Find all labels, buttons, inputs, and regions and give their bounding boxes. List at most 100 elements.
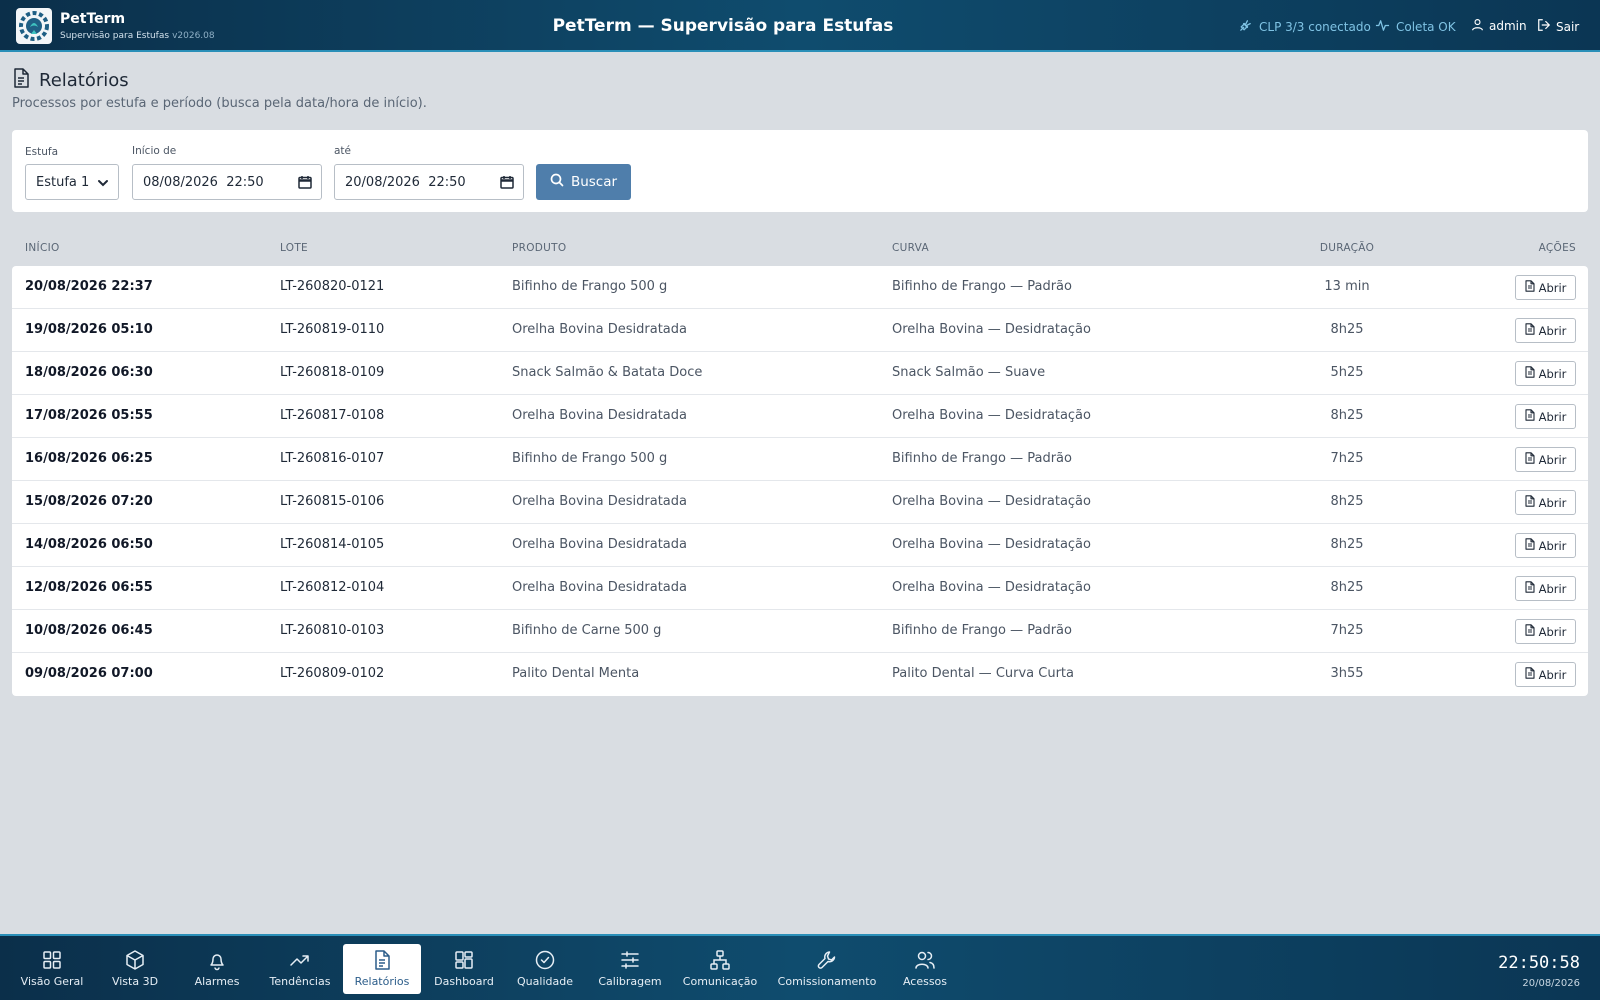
ate-datetime-input[interactable]: 20/08/2026 22:50 — [334, 164, 524, 200]
inicio-value: 08/08/2026 22:50 — [143, 174, 264, 190]
cell-curva: Bifinho de Frango — Padrão — [892, 623, 1072, 638]
calendar-icon[interactable] — [500, 175, 514, 193]
table-row[interactable]: 15/08/2026 07:20 LT-260815-0106 Orelha B… — [12, 481, 1588, 524]
bottom-nav: 22:50:58 20/08/2026 Visão Geral Vista 3D A… — [0, 934, 1600, 1000]
chevron-down-icon — [97, 177, 109, 193]
col-header-duracao[interactable]: DURAÇÃO — [1307, 242, 1387, 254]
dashboard-icon — [453, 948, 475, 972]
search-button-label: Buscar — [570, 174, 618, 190]
col-header-inicio[interactable]: INÍCIO — [25, 242, 60, 254]
coleta-status-text: Coleta OK — [1396, 20, 1456, 34]
logout-icon — [1537, 18, 1551, 35]
open-report-button[interactable]: Abrir — [1515, 318, 1576, 343]
nav-item-wrench[interactable]: Comissionamento — [774, 944, 880, 994]
open-report-button[interactable]: Abrir — [1515, 662, 1576, 687]
col-header-lote[interactable]: LOTE — [280, 242, 308, 254]
nav-item-bell[interactable]: Alarmes — [180, 944, 254, 994]
table-row[interactable]: 14/08/2026 06:50 LT-260814-0105 Orelha B… — [12, 524, 1588, 567]
open-label: Abrir — [1538, 667, 1567, 682]
cell-curva: Bifinho de Frango — Padrão — [892, 451, 1072, 466]
open-label: Abrir — [1538, 280, 1567, 295]
estufa-select[interactable]: Estufa 1 — [25, 164, 119, 200]
bell-icon — [206, 948, 228, 972]
nav-item-dashboard[interactable]: Dashboard — [425, 944, 503, 994]
cube-icon — [124, 948, 146, 972]
table-row[interactable]: 17/08/2026 05:55 LT-260817-0108 Orelha B… — [12, 395, 1588, 438]
cell-duracao: 8h25 — [1330, 408, 1364, 423]
inicio-label: Início de — [132, 145, 177, 157]
cell-produto: Snack Salmão & Batata Doce — [512, 365, 703, 380]
cell-produto: Orelha Bovina Desidratada — [512, 580, 687, 595]
open-report-button[interactable]: Abrir — [1515, 533, 1576, 558]
table-row[interactable]: 16/08/2026 06:25 LT-260816-0107 Bifinho … — [12, 438, 1588, 481]
table-row[interactable]: 18/08/2026 06:30 LT-260818-0109 Snack Sa… — [12, 352, 1588, 395]
nav-item-label: Visão Geral — [20, 975, 84, 988]
cell-lote: LT-260812-0104 — [280, 580, 385, 595]
activity-icon — [1375, 18, 1390, 36]
file-icon — [1525, 581, 1535, 596]
logout-button[interactable]: Sair — [1537, 18, 1579, 35]
table-row[interactable]: 12/08/2026 06:55 LT-260812-0104 Orelha B… — [12, 567, 1588, 610]
cell-inicio: 14/08/2026 06:50 — [25, 537, 153, 552]
cell-curva: Orelha Bovina — Desidratação — [892, 537, 1091, 552]
cell-produto: Bifinho de Frango 500 g — [512, 279, 668, 294]
nav-item-trending-up[interactable]: Tendências — [260, 944, 340, 994]
cell-inicio: 16/08/2026 06:25 — [25, 451, 153, 466]
cell-produto: Palito Dental Menta — [512, 666, 640, 681]
trending-up-icon — [289, 948, 311, 972]
cell-inicio: 09/08/2026 07:00 — [25, 666, 153, 681]
nav-item-users[interactable]: Acessos — [885, 944, 965, 994]
user-menu[interactable]: admin — [1471, 18, 1527, 34]
nav-item-label: Dashboard — [434, 975, 494, 988]
file-icon — [1525, 667, 1535, 682]
nav-item-check-circle[interactable]: Qualidade — [505, 944, 585, 994]
nav-item-label: Relatórios — [354, 975, 410, 988]
cell-inicio: 20/08/2026 22:37 — [25, 279, 153, 294]
open-label: Abrir — [1538, 624, 1567, 639]
calendar-icon[interactable] — [298, 175, 312, 193]
clock-time: 22:50:58 — [1498, 953, 1580, 973]
cell-duracao: 7h25 — [1330, 451, 1364, 466]
cell-lote: LT-260815-0106 — [280, 494, 385, 509]
open-label: Abrir — [1538, 323, 1567, 338]
nav-item-label: Tendências — [269, 975, 331, 988]
plug-icon — [1238, 18, 1253, 36]
open-report-button[interactable]: Abrir — [1515, 404, 1576, 429]
nav-item-cube[interactable]: Vista 3D — [98, 944, 172, 994]
cell-produto: Orelha Bovina Desidratada — [512, 408, 687, 423]
nav-item-sliders[interactable]: Calibragem — [589, 944, 671, 994]
table-row[interactable]: 20/08/2026 22:37 LT-260820-0121 Bifinho … — [12, 266, 1588, 309]
cell-lote: LT-260809-0102 — [280, 666, 385, 681]
open-label: Abrir — [1538, 581, 1567, 596]
inicio-datetime-input[interactable]: 08/08/2026 22:50 — [132, 164, 322, 200]
reports-table: 20/08/2026 22:37 LT-260820-0121 Bifinho … — [12, 266, 1588, 696]
open-report-button[interactable]: Abrir — [1515, 447, 1576, 472]
open-report-button[interactable]: Abrir — [1515, 576, 1576, 601]
document-icon — [371, 948, 393, 972]
cell-duracao: 3h55 — [1330, 666, 1364, 681]
cell-inicio: 10/08/2026 06:45 — [25, 623, 153, 638]
cell-lote: LT-260818-0109 — [280, 365, 385, 380]
search-button[interactable]: Buscar — [536, 164, 631, 200]
cell-curva: Snack Salmão — Suave — [892, 365, 1046, 380]
estufa-select-value: Estufa 1 — [36, 174, 90, 190]
cell-curva: Palito Dental — Curva Curta — [892, 666, 1074, 681]
table-row[interactable]: 19/08/2026 05:10 LT-260819-0110 Orelha B… — [12, 309, 1588, 352]
nav-item-grid[interactable]: Visão Geral — [12, 944, 92, 994]
file-icon — [1525, 538, 1535, 553]
open-report-button[interactable]: Abrir — [1515, 490, 1576, 515]
table-row[interactable]: 10/08/2026 06:45 LT-260810-0103 Bifinho … — [12, 610, 1588, 653]
nav-item-network[interactable]: Comunicação — [672, 944, 768, 994]
username: admin — [1489, 19, 1527, 33]
table-row[interactable]: 09/08/2026 07:00 LT-260809-0102 Palito D… — [12, 653, 1588, 696]
cell-produto: Orelha Bovina Desidratada — [512, 322, 687, 337]
open-report-button[interactable]: Abrir — [1515, 619, 1576, 644]
col-header-acoes: AÇÕES — [1538, 242, 1576, 254]
col-header-curva[interactable]: CURVA — [892, 242, 929, 254]
open-report-button[interactable]: Abrir — [1515, 275, 1576, 300]
nav-item-document[interactable]: Relatórios — [343, 944, 421, 994]
cell-duracao: 13 min — [1324, 279, 1370, 294]
col-header-produto[interactable]: PRODUTO — [512, 242, 566, 254]
cell-lote: LT-260820-0121 — [280, 279, 385, 294]
open-report-button[interactable]: Abrir — [1515, 361, 1576, 386]
